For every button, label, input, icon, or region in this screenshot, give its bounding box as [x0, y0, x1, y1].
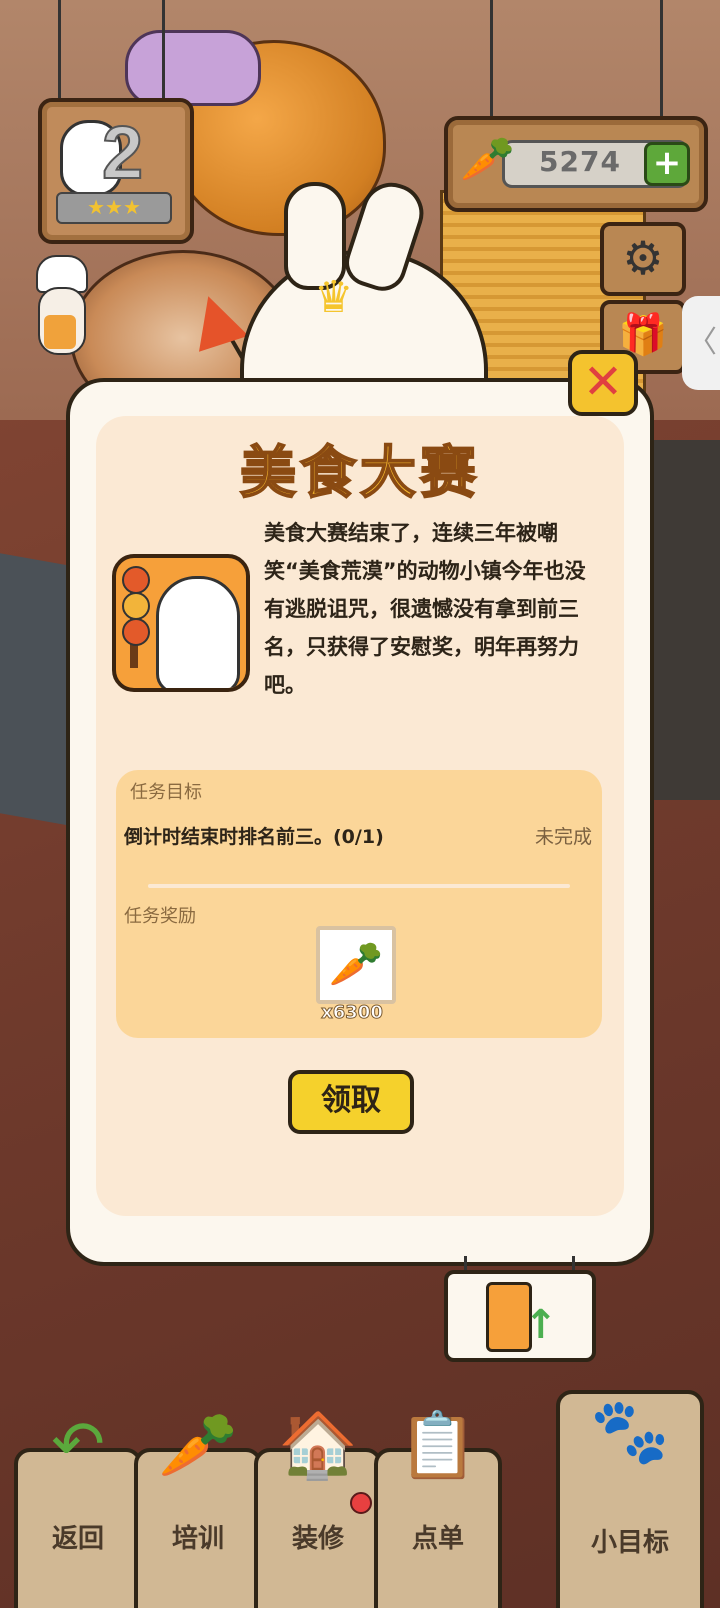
- order-button[interactable]: 📋 点单: [374, 1409, 502, 1608]
- reward-quantity: x6300: [321, 1002, 384, 1024]
- skewer-ball: [122, 566, 150, 594]
- carrot-icon: 🥕: [460, 134, 515, 185]
- order-label: 点单: [411, 1524, 464, 1554]
- level-stars: ★★★: [56, 192, 172, 224]
- decorate-label: 装修: [291, 1524, 344, 1554]
- small-goal-button[interactable]: 🐾 小目标: [556, 1390, 704, 1608]
- rope: [660, 0, 663, 120]
- kitchen-counter-right: [650, 440, 720, 800]
- claim-button[interactable]: 领取: [288, 1070, 414, 1134]
- level-sign[interactable]: 2 ★★★: [38, 98, 194, 244]
- dialog-title: 美食大赛: [239, 440, 480, 507]
- notification-dot: [350, 1492, 372, 1514]
- bow-decoration: [125, 30, 261, 106]
- add-carrot-button[interactable]: +: [644, 142, 690, 186]
- decorate-button[interactable]: 🏠 装修: [254, 1409, 382, 1608]
- chef-apron: [44, 315, 76, 349]
- close-button[interactable]: ✕: [568, 350, 638, 416]
- carrot-icon: 🥕: [328, 939, 384, 990]
- rope: [490, 0, 493, 120]
- task-reward-label: 任务奖励: [124, 906, 196, 927]
- settings-button[interactable]: ⚙: [600, 222, 686, 296]
- task-list-button[interactable]: ↑: [444, 1270, 596, 1362]
- gear-icon: ⚙: [622, 231, 664, 285]
- skewer-ball: [122, 618, 150, 646]
- chef-character: [30, 255, 90, 355]
- skewer-ball: [122, 592, 150, 620]
- carrot-count: 5274: [539, 145, 621, 178]
- game-scene: 2 ★★★ 5274 🥕 + ⚙ 🎁 〈 ♛ 美食大赛 美食大赛结束了，连续三年…: [0, 0, 720, 1608]
- carrot-currency: 5274 🥕 +: [444, 116, 708, 212]
- back-label: 返回: [51, 1524, 104, 1554]
- bunny-icon: [156, 576, 240, 688]
- train-button[interactable]: 🥕 培训: [134, 1409, 262, 1608]
- level-number: 2: [101, 110, 144, 195]
- side-expand-tab[interactable]: 〈: [682, 296, 720, 390]
- task-description: 倒计时结束时排名前三。(0/1): [124, 826, 384, 848]
- bunny-skewer-portrait: [112, 554, 250, 692]
- task-status: 未完成: [534, 826, 592, 848]
- carrot-trainer-icon: 🥕: [158, 1409, 238, 1483]
- story-text: 美食大赛结束了，连续三年被嘲笑“美食荒漠”的动物小镇今年也没有逃脱诅咒，很遗憾没…: [264, 521, 586, 697]
- house-icon: 🏠: [278, 1409, 358, 1483]
- reward-item[interactable]: 🥕: [316, 926, 396, 1004]
- kitchen-counter-left: [0, 553, 76, 827]
- task-panel: 任务目标 倒计时结束时排名前三。(0/1) 未完成 任务奖励 🥕 x6300: [116, 770, 602, 1038]
- menu-icon: 📋: [398, 1409, 478, 1483]
- rope: [162, 0, 165, 100]
- task-goal-label: 任务目标: [130, 782, 202, 803]
- arrow-up-icon: ↑: [524, 1302, 558, 1348]
- small-goal-label: 小目标: [590, 1528, 669, 1558]
- divider: [148, 884, 570, 888]
- rope: [58, 0, 61, 100]
- contest-dialog: 美食大赛 美食大赛结束了，连续三年被嘲笑“美食荒漠”的动物小镇今年也没有逃脱诅咒…: [66, 378, 654, 1266]
- back-arrow-icon: ↶: [51, 1408, 105, 1482]
- paw-flag-icon: 🐾: [590, 1395, 670, 1469]
- crown-icon: ♛: [314, 272, 354, 323]
- train-label: 培训: [171, 1524, 224, 1554]
- back-button[interactable]: ↶ 返回: [14, 1408, 142, 1608]
